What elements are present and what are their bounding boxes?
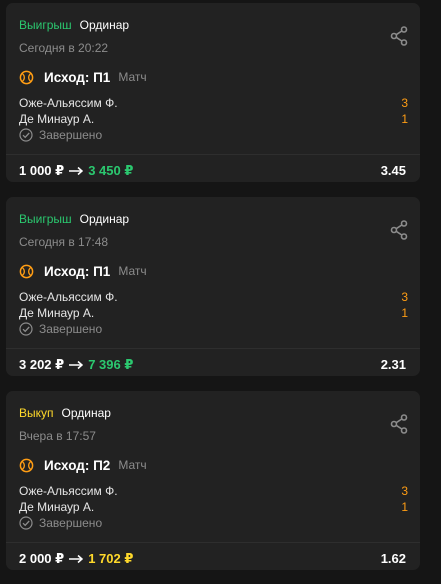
- share-icon[interactable]: [390, 414, 408, 434]
- team-1-score: 3: [401, 484, 408, 498]
- bet-header: Выигрыш Ординар: [19, 212, 129, 226]
- bet-datetime: Сегодня в 20:22: [19, 41, 109, 55]
- team-2-score: 1: [401, 500, 408, 514]
- divider: [6, 348, 420, 349]
- bet-market: Матч: [118, 458, 147, 472]
- tennis-ball-icon: [19, 70, 34, 84]
- stake-amount: 3 202 ₽: [19, 357, 65, 372]
- divider: [6, 154, 420, 155]
- share-icon[interactable]: [390, 26, 408, 46]
- team-1-score: 3: [401, 96, 408, 110]
- team-2-score: 1: [401, 112, 408, 126]
- bet-datetime: Вчера в 17:57: [19, 429, 96, 443]
- check-circle-icon: [19, 516, 33, 530]
- bet-header: Выкуп Ординар: [19, 406, 111, 420]
- bet-datetime: Сегодня в 17:48: [19, 235, 109, 249]
- team-1-name: Оже-Альяссим Ф.: [19, 484, 118, 498]
- arrow-right-icon: [69, 554, 84, 564]
- bet-header: Выигрыш Ординар: [19, 18, 129, 32]
- stake-amount: 2 000 ₽: [19, 551, 65, 566]
- stake-amount: 1 000 ₽: [19, 163, 65, 178]
- bet-market: Матч: [118, 264, 147, 278]
- check-circle-icon: [19, 322, 33, 336]
- bet-status: Выигрыш: [19, 18, 72, 32]
- payout-amount: 7 396 ₽: [88, 357, 134, 372]
- result-status: Завершено: [39, 322, 103, 336]
- team-2-name: Де Минаур А.: [19, 112, 95, 126]
- payout-amount: 1 702 ₽: [88, 551, 134, 566]
- amounts-row: 2 000 ₽ 1 702 ₽: [19, 551, 133, 567]
- team-1-name: Оже-Альяссим Ф.: [19, 290, 118, 304]
- divider: [6, 542, 420, 543]
- bet-card[interactable]: Выкуп Ординар Вчера в 17:57 Исход: П2 Ма…: [6, 391, 420, 570]
- bet-type: Ординар: [61, 406, 111, 420]
- bet-card[interactable]: Выигрыш Ординар Сегодня в 20:22 Исход: П…: [6, 3, 420, 182]
- bet-outcome: Исход: П1: [44, 69, 111, 85]
- arrow-right-icon: [69, 360, 84, 370]
- share-icon[interactable]: [390, 220, 408, 240]
- result-row: Завершено: [19, 321, 102, 337]
- bet-card[interactable]: Выигрыш Ординар Сегодня в 17:48 Исход: П…: [6, 197, 420, 376]
- outcome-row: Исход: П2 Матч: [19, 456, 147, 474]
- result-row: Завершено: [19, 127, 102, 143]
- outcome-row: Исход: П1 Матч: [19, 68, 147, 86]
- outcome-row: Исход: П1 Матч: [19, 262, 147, 280]
- result-status: Завершено: [39, 128, 103, 142]
- tennis-ball-icon: [19, 264, 34, 278]
- result-status: Завершено: [39, 516, 103, 530]
- coefficient: 2.31: [380, 357, 406, 372]
- coefficient: 1.62: [380, 551, 406, 566]
- arrow-right-icon: [69, 166, 84, 176]
- bet-outcome: Исход: П2: [44, 457, 111, 473]
- amounts-row: 3 202 ₽ 7 396 ₽: [19, 357, 133, 373]
- team-1-name: Оже-Альяссим Ф.: [19, 96, 118, 110]
- result-row: Завершено: [19, 515, 102, 531]
- coefficient: 3.45: [380, 163, 406, 178]
- bet-status: Выигрыш: [19, 212, 72, 226]
- team-2-name: Де Минаур А.: [19, 306, 95, 320]
- bet-type: Ординар: [79, 212, 130, 226]
- check-circle-icon: [19, 128, 33, 142]
- team-1-score: 3: [401, 290, 408, 304]
- tennis-ball-icon: [19, 458, 34, 472]
- bet-market: Матч: [118, 70, 147, 84]
- team-2-name: Де Минаур А.: [19, 500, 95, 514]
- bet-outcome: Исход: П1: [44, 263, 111, 279]
- bet-status: Выкуп: [19, 406, 54, 420]
- amounts-row: 1 000 ₽ 3 450 ₽: [19, 163, 133, 179]
- payout-amount: 3 450 ₽: [88, 163, 134, 178]
- team-2-score: 1: [401, 306, 408, 320]
- bet-type: Ординар: [79, 18, 130, 32]
